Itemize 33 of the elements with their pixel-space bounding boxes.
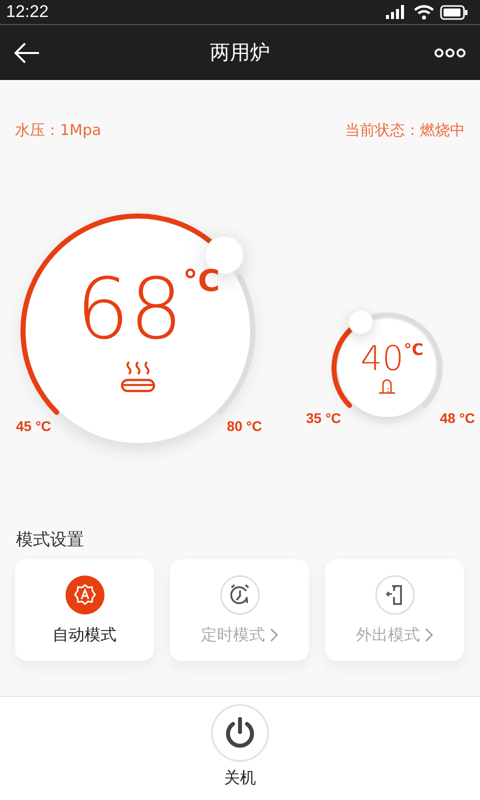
temperature-value: 68 xyxy=(76,267,183,351)
power-label: 关机 xyxy=(224,768,256,789)
chevron-icon xyxy=(270,628,278,642)
faucet-icon xyxy=(378,378,396,394)
temperature-unit: °C xyxy=(404,342,424,358)
temperature-value: 40 xyxy=(360,342,404,376)
mode-label: 外出模式 xyxy=(356,624,420,646)
power-icon xyxy=(223,716,257,750)
temperature-unit: °C xyxy=(182,267,220,297)
min-temperature: 35 °C xyxy=(306,410,342,426)
auto-mode-icon xyxy=(64,574,104,614)
mode-label: 自动模式 xyxy=(52,624,116,646)
min-temperature: 45 °C xyxy=(16,418,52,434)
heating-icon xyxy=(120,359,156,395)
dial-handle[interactable] xyxy=(348,309,374,334)
section-title: 模式设置 xyxy=(16,529,85,551)
exit-door-icon xyxy=(374,574,414,614)
max-temperature: 80 °C xyxy=(226,418,262,434)
max-temperature: 48 °C xyxy=(440,410,475,426)
mode-label: 定时模式 xyxy=(201,624,265,646)
chevron-icon xyxy=(425,628,433,642)
back-arrow-icon[interactable] xyxy=(14,42,40,64)
water-pressure: 水压：1Mpa xyxy=(15,121,102,140)
more-icon[interactable] xyxy=(434,48,466,58)
alarm-clock-icon xyxy=(220,574,260,614)
clock: 12:22 xyxy=(6,2,49,22)
wifi-icon xyxy=(414,4,434,20)
battery-icon xyxy=(440,4,468,20)
mode-card[interactable]: 外出模式 xyxy=(325,559,464,661)
mode-card[interactable]: 定时模式 xyxy=(170,559,309,661)
mode-card[interactable]: 自动模式 xyxy=(15,559,154,661)
current-status: 当前状态：燃烧中 xyxy=(345,121,465,140)
page-title: 两用炉 xyxy=(210,39,270,66)
